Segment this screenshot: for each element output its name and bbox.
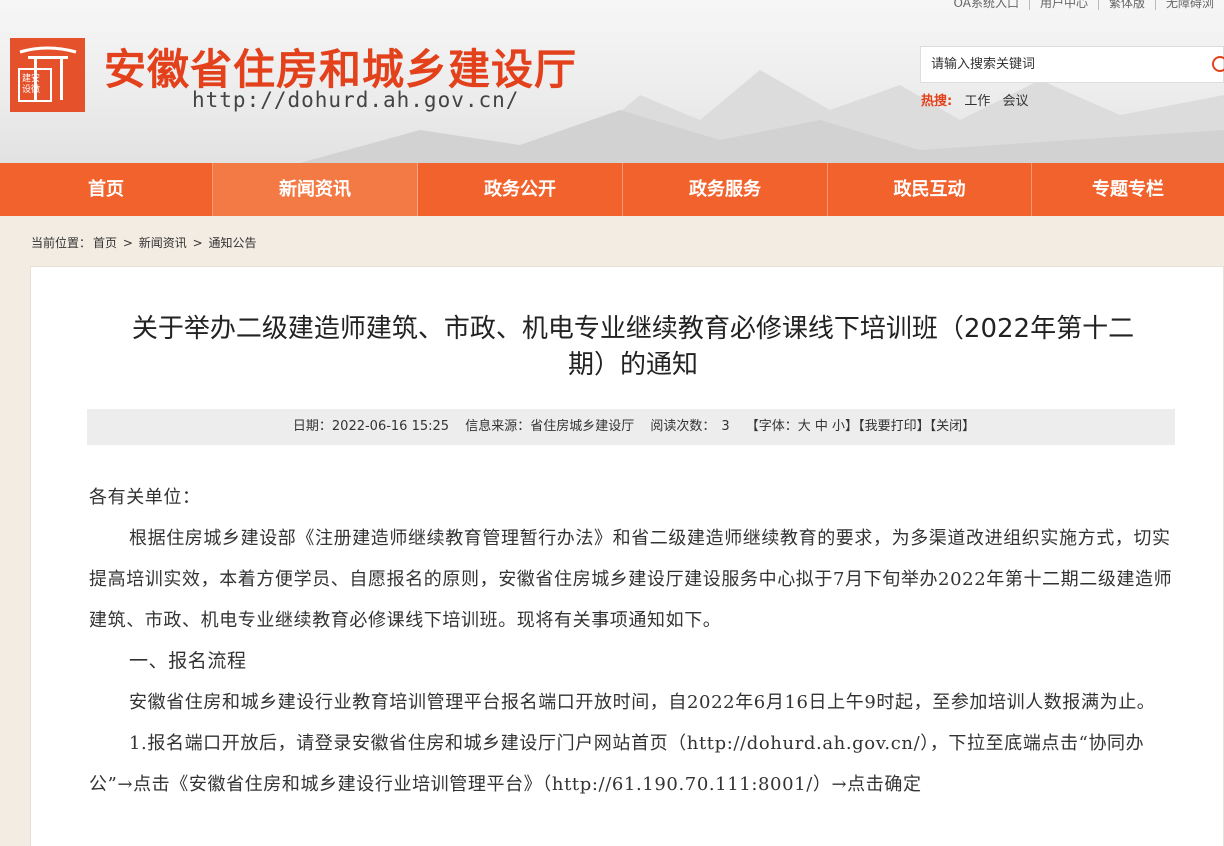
article-panel: 关于举办二级建造师建筑、市政、机电专业继续教育必修课线下培训班（2022年第十二… bbox=[30, 266, 1224, 846]
breadcrumb-news[interactable]: 新闻资讯 bbox=[139, 236, 187, 250]
view-count-value: 3 bbox=[721, 419, 730, 434]
oa-link[interactable]: OA系统入口 bbox=[944, 0, 1029, 10]
nav-government-affairs[interactable]: 政务公开 bbox=[418, 163, 623, 216]
breadcrumb-notices[interactable]: 通知公告 bbox=[208, 236, 256, 250]
print-button[interactable]: 【我要打印】 bbox=[858, 419, 930, 434]
breadcrumb: 当前位置： 首页 > 新闻资讯 > 通知公告 bbox=[31, 234, 259, 251]
accessibility-link[interactable]: 无障碍浏 bbox=[1154, 0, 1224, 10]
hot-keyword[interactable]: 会议 bbox=[1003, 94, 1029, 109]
info-source: 信息来源：省住房城乡建设厅 bbox=[465, 419, 635, 434]
breadcrumb-separator: > bbox=[122, 236, 133, 250]
article-title-line: 关于举办二级建造师建筑、市政、机电专业继续教育必修课线下培训班（2022年第十二 bbox=[131, 314, 1135, 344]
article-title-line: 期）的通知 bbox=[567, 350, 698, 380]
nav-interaction[interactable]: 政民互动 bbox=[828, 163, 1032, 216]
view-count: 阅读次数： 3 bbox=[650, 419, 729, 434]
paragraph: 根据住房城乡建设部《注册建造师继续教育管理暂行办法》和省二级建造师继续教育的要求… bbox=[89, 528, 1173, 631]
nav-news[interactable]: 新闻资讯 bbox=[213, 163, 418, 216]
hot-keyword[interactable]: 工作 bbox=[964, 94, 990, 109]
section-heading: 一、报名流程 bbox=[129, 650, 247, 672]
publish-date: 日期：2022-06-16 15:25 bbox=[292, 419, 450, 434]
search-icon[interactable] bbox=[1212, 56, 1224, 72]
close-button[interactable]: 【关闭】 bbox=[930, 419, 976, 434]
article-body: 各有关单位： 根据住房城乡建设部《注册建造师继续教育管理暂行办法》和省二级建造师… bbox=[89, 477, 1179, 805]
site-url: http://dohurd.ah.gov.cn/ bbox=[192, 88, 520, 112]
main-nav: 首页 新闻资讯 政务公开 政务服务 政民互动 专题专栏 bbox=[0, 163, 1224, 216]
nav-topics[interactable]: 专题专栏 bbox=[1032, 163, 1224, 216]
nav-home[interactable]: 首页 bbox=[0, 163, 213, 216]
breadcrumb-label: 当前位置： bbox=[31, 236, 92, 250]
article-title: 关于举办二级建造师建筑、市政、机电专业继续教育必修课线下培训班（2022年第十二… bbox=[93, 311, 1173, 383]
site-header: OA系统入口 用户中心 繁体版 无障碍浏 建安设徽 安徽省住房和城乡建设厅 http:… bbox=[0, 0, 1224, 163]
logo-seal: 建安设徽 bbox=[18, 68, 52, 102]
traditional-chinese-link[interactable]: 繁体版 bbox=[1097, 0, 1155, 10]
search-input[interactable] bbox=[921, 47, 1211, 82]
site-logo[interactable]: 建安设徽 bbox=[10, 38, 85, 112]
paragraph: 1.报名端口开放后，请登录安徽省住房和城乡建设厅门户网站首页（http://do… bbox=[89, 733, 1145, 795]
hot-search: 热搜: 工作 会议 bbox=[921, 90, 1029, 109]
nav-government-services[interactable]: 政务服务 bbox=[623, 163, 828, 216]
paragraph: 安徽省住房和城乡建设行业教育培训管理平台报名端口开放时间，自2022年6月16日… bbox=[129, 692, 1156, 713]
font-size-switch[interactable]: 【字体：大 中 小】 bbox=[746, 419, 858, 434]
hot-search-label: 热搜: bbox=[921, 94, 953, 109]
article-meta: 日期：2022-06-16 15:25 信息来源：省住房城乡建设厅 阅读次数： 3… bbox=[87, 409, 1175, 445]
user-center-link[interactable]: 用户中心 bbox=[1028, 0, 1098, 10]
greeting: 各有关单位： bbox=[89, 487, 201, 508]
view-count-label: 阅读次数： bbox=[650, 419, 716, 434]
top-links: OA系统入口 用户中心 繁体版 无障碍浏 bbox=[944, 0, 1224, 10]
breadcrumb-separator: > bbox=[192, 236, 203, 250]
search-box bbox=[920, 46, 1224, 83]
breadcrumb-home[interactable]: 首页 bbox=[93, 236, 117, 250]
